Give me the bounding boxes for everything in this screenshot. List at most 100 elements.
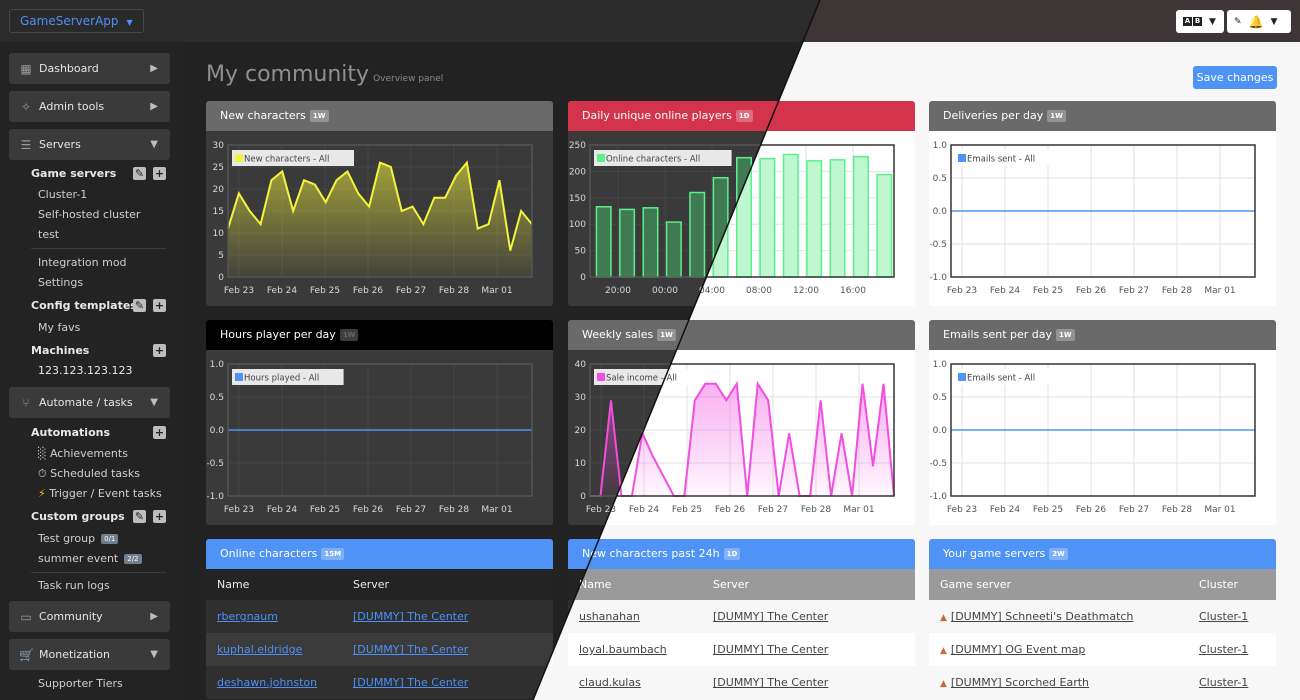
app-switcher[interactable]: GameServerApp ▼	[9, 9, 144, 33]
add-icon[interactable]: +	[153, 344, 166, 357]
edit-icon[interactable]: ✎	[133, 167, 146, 180]
sidebar-link-test[interactable]: test	[38, 228, 59, 241]
sidebar-link-supporter-tiers[interactable]: Supporter Tiers	[38, 677, 123, 690]
custom-groups-heading: Custom groups	[31, 510, 125, 523]
panel-emails-sent: Emails sent per day1W -1.0 -0.5 0.0 0.5 1.0 F…	[929, 320, 1276, 525]
language-button[interactable]: AB ▼	[1176, 10, 1224, 33]
server-link[interactable]: [DUMMY] The Center	[353, 610, 468, 623]
legend-label: New characters - All	[244, 155, 329, 165]
y-tick-label: -1.0	[206, 492, 224, 502]
server-link[interactable]: [DUMMY] The Center	[353, 643, 468, 656]
x-tick-label: 12:00	[793, 286, 819, 296]
game-servers-heading: Game servers	[31, 167, 117, 180]
deliveries-svg: -1.0 -0.5 0.0 0.5 1.0 Feb 23 Feb 24 Feb 25 Feb 2…	[929, 141, 1256, 296]
chevron-right-icon: ▶	[150, 63, 158, 74]
y-tick-label: -0.5	[206, 459, 224, 469]
y-tick-label: 0	[218, 273, 224, 283]
machines-heading: Machines	[31, 344, 90, 357]
sidebar-item-servers[interactable]: ☰Servers▼	[9, 129, 170, 160]
x-tick-label: Feb 27	[1119, 286, 1149, 296]
sidebar-link-task-run-logs[interactable]: Task run logs	[38, 579, 110, 592]
server-link[interactable]: [DUMMY] The Center	[353, 676, 468, 689]
add-icon[interactable]: +	[153, 299, 166, 312]
x-tick-label: Feb 28	[1162, 505, 1193, 515]
sidebar-link-cluster-1[interactable]: Cluster-1	[38, 188, 87, 201]
game-server-link[interactable]: [DUMMY] Scorched Earth	[951, 676, 1089, 689]
cluster-link[interactable]: Cluster-1	[1199, 610, 1248, 623]
sidebar-link-self-hosted[interactable]: Self-hosted cluster	[38, 208, 140, 221]
page-title: My communityOverview panel	[206, 62, 444, 87]
character-link[interactable]: ushanahan	[579, 610, 640, 623]
sidebar-link-my-favs[interactable]: My favs	[38, 321, 80, 334]
deliveries-chart: -1.0 -0.5 0.0 0.5 1.0 Feb 23 Feb 24 Feb 25 Feb 2…	[929, 131, 1276, 306]
x-tick-label: Feb 25	[310, 505, 340, 515]
game-server-link[interactable]: [DUMMY] Schneeti's Deathmatch	[951, 610, 1133, 623]
x-tick-label: Feb 24	[267, 505, 298, 515]
x-tick-label: Mar 01	[481, 286, 512, 296]
edit-icon[interactable]: ✎	[133, 299, 146, 312]
checkered-flag-icon: ░	[38, 447, 47, 460]
page-subtitle: Overview panel	[373, 74, 444, 84]
sidebar-link-achievements[interactable]: ░ Achievements	[38, 447, 128, 460]
table-row: ▲ [DUMMY] OG Event map Cluster-1	[929, 633, 1276, 666]
sidebar-link-test-group[interactable]: Test group0/1	[38, 532, 119, 545]
cart-icon: 🛒	[19, 647, 34, 662]
sidebar-link-machine[interactable]: 123.123.123.123	[38, 364, 132, 377]
character-link[interactable]: kuphal.eldridge	[217, 643, 302, 656]
count-badge: 2/2	[124, 554, 142, 564]
period-badge: 1W	[309, 110, 329, 122]
tools-button[interactable]: ✎ 🔔 ▼	[1227, 10, 1291, 33]
sidebar: ▦Dashboard▶ ✧Admin tools▶ ☰Servers▼ Game…	[0, 42, 182, 700]
sidebar-link-integration-mod[interactable]: Integration mod	[38, 256, 127, 269]
character-link[interactable]: rbergnaum	[217, 610, 278, 623]
sidebar-item-automate[interactable]: ⑂Automate / tasks▼	[9, 387, 170, 418]
period-badge: 15M	[321, 548, 345, 560]
table-row: loyal.baumbach [DUMMY] The Center	[568, 633, 915, 666]
x-tick-label: Feb 28	[439, 505, 470, 515]
cluster-link[interactable]: Cluster-1	[1199, 643, 1248, 656]
game-server-link[interactable]: [DUMMY] OG Event map	[951, 643, 1085, 656]
add-icon[interactable]: +	[153, 510, 166, 523]
game-logo-icon: ▲	[940, 613, 947, 623]
cluster-link[interactable]: Cluster-1	[1199, 676, 1248, 689]
panel-game-servers: Your game servers2W Game serverCluster ▲…	[929, 539, 1276, 699]
panel-deliveries: Deliveries per day1W -1.0 -0.5 0.0 0.5 1.0 Fe…	[929, 101, 1276, 306]
magic-wand-icon: ✧	[20, 99, 32, 114]
sidebar-link-trigger-tasks[interactable]: ⚡ Trigger / Event tasks	[38, 487, 162, 500]
table-row: ushanahan [DUMMY] The Center	[568, 600, 915, 633]
automations-heading: Automations	[31, 426, 111, 439]
emails_sent-svg: -1.0 -0.5 0.0 0.5 1.0 Feb 23 Feb 24 Feb 25 Feb 2…	[929, 360, 1256, 515]
save-changes-button[interactable]: Save changes	[1193, 66, 1277, 89]
sidebar-link-summer-event[interactable]: summer event2/2	[38, 552, 142, 565]
add-icon[interactable]: +	[153, 167, 166, 180]
server-link[interactable]: [DUMMY] The Center	[713, 643, 828, 656]
y-tick-label: 20	[575, 426, 587, 436]
x-tick-label: Mar 01	[481, 505, 512, 515]
x-tick-label: Feb 26	[353, 286, 384, 296]
y-tick-label: 150	[569, 194, 586, 204]
character-link[interactable]: deshawn.johnston	[217, 676, 317, 689]
hours-played-chart: -1.0 -0.5 0.0 0.5 1.0 Feb 23 Feb 24 Feb 25 Feb 2…	[206, 350, 553, 525]
edit-icon[interactable]: ✎	[133, 510, 146, 523]
server-link[interactable]: [DUMMY] The Center	[713, 610, 828, 623]
sidebar-link-settings[interactable]: Settings	[38, 276, 83, 289]
period-badge: 1W	[339, 329, 359, 341]
new_characters-svg: 0 5 10 15 20 25 30 Feb 23 Feb 24 Feb 25 Feb 26 Feb …	[213, 141, 533, 296]
x-tick-label: 00:00	[652, 286, 678, 296]
server-link[interactable]: [DUMMY] The Center	[713, 676, 828, 689]
sidebar-item-admin-tools[interactable]: ✧Admin tools▶	[9, 91, 170, 122]
x-tick-label: Feb 28	[1162, 286, 1193, 296]
character-link[interactable]: claud.kulas	[579, 676, 641, 689]
panel-new-characters: New characters1W 0 5 10 15 20 25 30 Feb 23 Feb 2…	[206, 101, 553, 306]
add-icon[interactable]: +	[153, 426, 166, 439]
sidebar-item-dashboard[interactable]: ▦Dashboard▶	[9, 53, 170, 84]
sidebar-item-community[interactable]: ▭Community▶	[9, 601, 170, 632]
character-link[interactable]: loyal.baumbach	[579, 643, 667, 656]
sidebar-link-scheduled-tasks[interactable]: ⏱ Scheduled tasks	[38, 467, 140, 481]
table-row: ▲ [DUMMY] Scorched Earth Cluster-1	[929, 666, 1276, 699]
caret-down-icon: ▼	[1209, 16, 1216, 27]
divider	[31, 248, 166, 249]
legend-label: Online characters - All	[606, 155, 700, 165]
sidebar-item-monetization[interactable]: 🛒Monetization▼	[9, 639, 170, 670]
y-tick-label: 1.0	[210, 360, 225, 370]
